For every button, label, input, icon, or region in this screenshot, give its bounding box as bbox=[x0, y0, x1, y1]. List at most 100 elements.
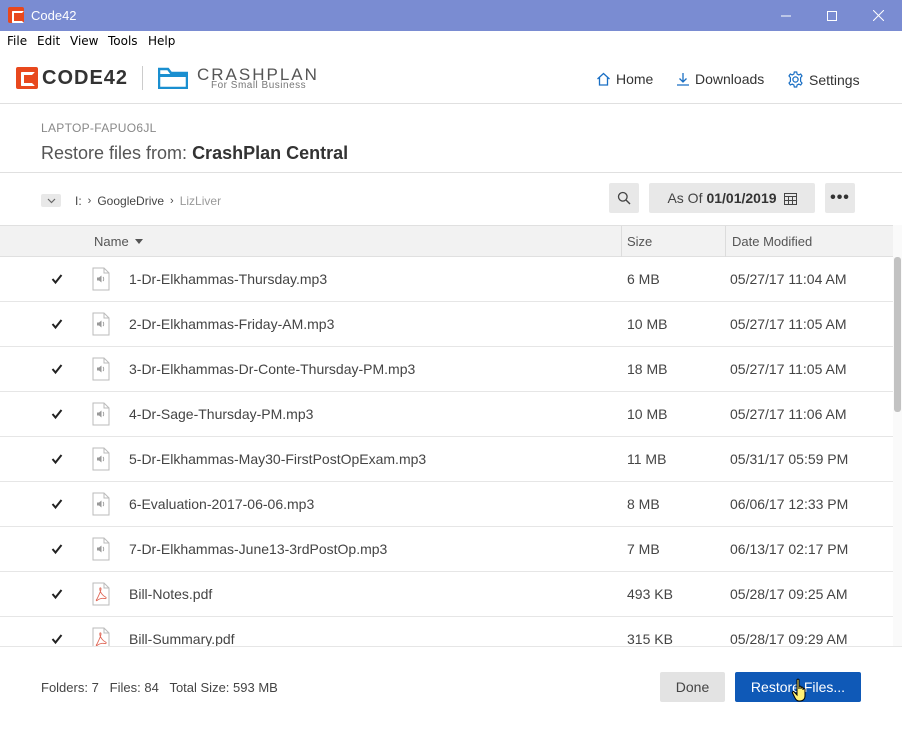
file-date-modified: 05/27/17 11:04 AM bbox=[730, 271, 847, 287]
file-name: Bill-Summary.pdf bbox=[129, 631, 235, 646]
file-size: 493 KB bbox=[627, 586, 673, 602]
breadcrumb: I: › GoogleDrive › LizLiver bbox=[75, 194, 221, 208]
minimize-icon bbox=[781, 15, 791, 16]
maximize-button[interactable] bbox=[809, 0, 855, 31]
audio-file-icon bbox=[92, 312, 110, 336]
close-icon bbox=[872, 10, 884, 21]
done-button[interactable]: Done bbox=[660, 672, 725, 702]
menu-file[interactable]: File bbox=[7, 34, 27, 48]
device-name: LAPTOP-FAPUO6JL bbox=[41, 121, 157, 135]
download-icon bbox=[677, 73, 689, 86]
divider bbox=[0, 172, 902, 173]
file-name: 3-Dr-Elkhammas-Dr-Conte-Thursday-PM.mp3 bbox=[129, 361, 416, 377]
gear-icon bbox=[788, 71, 803, 88]
checkbox-checked-icon[interactable] bbox=[51, 408, 63, 420]
collapse-button[interactable] bbox=[41, 194, 61, 207]
total-size-label: Total Size: bbox=[169, 680, 230, 695]
audio-file-icon bbox=[92, 357, 110, 381]
window-title: Code42 bbox=[31, 8, 77, 23]
page-title-prefix: Restore files from: bbox=[41, 143, 188, 163]
as-of-label: As Of bbox=[667, 190, 703, 206]
file-size: 11 MB bbox=[627, 451, 667, 467]
column-header-name[interactable]: Name bbox=[94, 234, 143, 249]
nav-settings-label: Settings bbox=[809, 71, 860, 88]
table-row[interactable]: 6-Evaluation-2017-06-06.mp3 8 MB 06/06/17 … bbox=[0, 482, 893, 527]
audio-file-icon bbox=[92, 447, 110, 471]
nav-downloads-label: Downloads bbox=[695, 71, 765, 87]
as-of-date-button[interactable]: As Of 01/01/2019 bbox=[649, 183, 815, 213]
audio-file-icon bbox=[92, 537, 110, 561]
file-name: 4-Dr-Sage-Thursday-PM.mp3 bbox=[129, 406, 314, 422]
column-header-name-label: Name bbox=[94, 234, 129, 249]
file-size: 10 MB bbox=[627, 316, 668, 332]
nav-home[interactable]: Home bbox=[596, 71, 653, 87]
table-row[interactable]: 2-Dr-Elkhammas-Friday-AM.mp3 10 MB 05/27/1… bbox=[0, 302, 893, 347]
checkbox-checked-icon[interactable] bbox=[51, 453, 63, 465]
column-header-size[interactable]: Size bbox=[627, 234, 652, 249]
close-button[interactable] bbox=[855, 0, 901, 31]
file-size: 10 MB bbox=[627, 406, 668, 422]
pdf-file-icon bbox=[92, 627, 110, 646]
checkbox-checked-icon[interactable] bbox=[51, 363, 63, 375]
column-divider[interactable] bbox=[621, 226, 622, 257]
file-date-modified: 05/27/17 11:05 AM bbox=[730, 361, 847, 377]
table-header: Name Size Date Modified bbox=[0, 225, 893, 257]
checkbox-checked-icon[interactable] bbox=[51, 588, 63, 600]
file-date-modified: 06/06/17 12:33 PM bbox=[730, 496, 849, 512]
menu-edit[interactable]: Edit bbox=[37, 34, 60, 48]
table-row[interactable]: Bill-Notes.pdf 493 KB 05/28/17 09:25 AM bbox=[0, 572, 893, 617]
breadcrumb-googledrive[interactable]: GoogleDrive bbox=[97, 194, 164, 208]
folders-label: Folders: bbox=[41, 680, 88, 695]
nav-settings[interactable]: Settings bbox=[787, 71, 860, 88]
checkbox-checked-icon[interactable] bbox=[51, 273, 63, 285]
file-date-modified: 05/27/17 11:06 AM bbox=[730, 406, 847, 422]
menu-view[interactable]: View bbox=[70, 34, 98, 48]
breadcrumb-current: LizLiver bbox=[179, 194, 222, 208]
checkbox-checked-icon[interactable] bbox=[51, 543, 63, 555]
audio-file-icon bbox=[92, 492, 110, 516]
audio-file-icon bbox=[92, 402, 110, 426]
checkbox-checked-icon[interactable] bbox=[51, 318, 63, 330]
checkbox-checked-icon[interactable] bbox=[51, 633, 63, 645]
search-button[interactable] bbox=[609, 183, 639, 213]
selection-stats: Folders: 7 Files: 84 Total Size: 593 MB bbox=[41, 680, 278, 695]
file-name: 1-Dr-Elkhammas-Thursday.mp3 bbox=[129, 271, 328, 287]
file-list: 1-Dr-Elkhammas-Thursday.mp3 6 MB 05/27/17 … bbox=[0, 257, 893, 646]
table-row[interactable]: 5-Dr-Elkhammas-May30-FirstPostOpExam.mp3… bbox=[0, 437, 893, 482]
menu-bar: File Edit View Tools Help bbox=[0, 31, 902, 52]
scrollbar-thumb[interactable] bbox=[894, 257, 901, 412]
menu-help[interactable]: Help bbox=[148, 34, 175, 48]
more-options-button[interactable]: ••• bbox=[825, 183, 855, 213]
app-header: CODE42 CRASHPLAN For Small Business Home… bbox=[0, 52, 902, 104]
table-row[interactable]: Bill-Summary.pdf 315 KB 05/28/17 09:29 AM bbox=[0, 617, 893, 646]
hand-cursor-icon bbox=[791, 678, 806, 702]
file-size: 7 MB bbox=[627, 541, 660, 557]
page-title: Restore files from: CrashPlan Central bbox=[41, 143, 348, 164]
file-name: 2-Dr-Elkhammas-Friday-AM.mp3 bbox=[129, 316, 335, 332]
table-row[interactable]: 4-Dr-Sage-Thursday-PM.mp3 10 MB 05/27/17 1… bbox=[0, 392, 893, 437]
breadcrumb-drive[interactable]: I: bbox=[75, 194, 82, 208]
chevron-down-icon bbox=[47, 198, 55, 203]
file-size: 8 MB bbox=[627, 496, 660, 512]
crashplan-folder-icon bbox=[158, 67, 188, 89]
menu-tools[interactable]: Tools bbox=[108, 34, 138, 48]
folders-count: 7 bbox=[91, 680, 99, 695]
table-row[interactable]: 1-Dr-Elkhammas-Thursday.mp3 6 MB 05/27/17 … bbox=[0, 257, 893, 302]
pdf-file-icon bbox=[92, 582, 110, 606]
column-divider[interactable] bbox=[725, 226, 726, 257]
title-bar: Code42 bbox=[0, 0, 902, 31]
code42-logo: CODE42 bbox=[16, 65, 128, 91]
code42-logo-mark bbox=[16, 67, 38, 89]
total-size: 593 MB bbox=[233, 680, 278, 695]
nav-home-label: Home bbox=[616, 71, 654, 87]
files-count: 84 bbox=[144, 680, 159, 695]
table-row[interactable]: 3-Dr-Elkhammas-Dr-Conte-Thursday-PM.mp3 1… bbox=[0, 347, 893, 392]
minimize-button[interactable] bbox=[763, 0, 809, 31]
table-row[interactable]: 7-Dr-Elkhammas-June13-3rdPostOp.mp3 7 MB 0… bbox=[0, 527, 893, 572]
file-date-modified: 06/13/17 02:17 PM bbox=[730, 541, 849, 557]
code42-logo-text: CODE42 bbox=[42, 66, 129, 89]
code42-app-icon bbox=[8, 7, 24, 23]
column-header-date[interactable]: Date Modified bbox=[732, 234, 812, 249]
checkbox-checked-icon[interactable] bbox=[51, 498, 63, 510]
nav-downloads[interactable]: Downloads bbox=[676, 71, 764, 87]
